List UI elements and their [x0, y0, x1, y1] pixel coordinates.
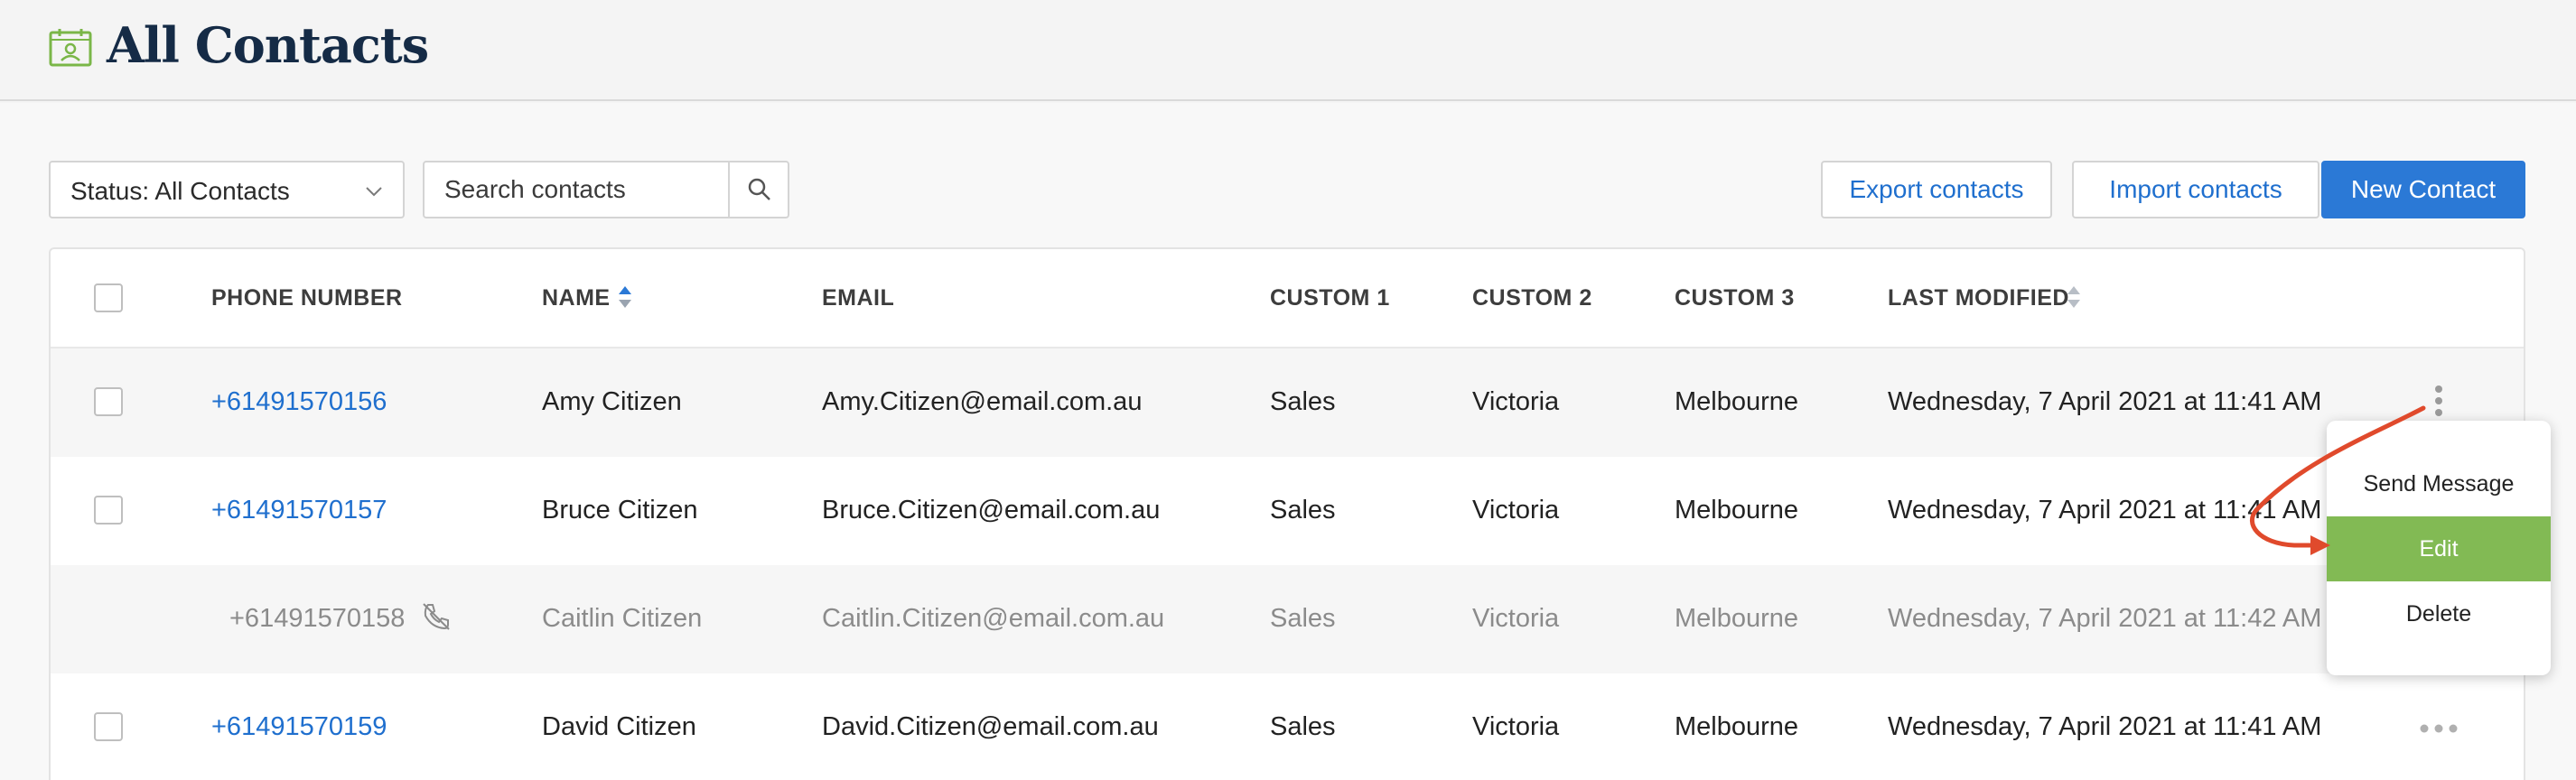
status-filter-select[interactable]: Status: All Contacts: [49, 161, 405, 218]
contact-custom2: Victoria: [1472, 712, 1560, 741]
row-checkbox[interactable]: [94, 496, 123, 525]
status-filter-label: Status: All Contacts: [70, 177, 290, 205]
contact-email: Caitlin.Citizen@email.com.au: [822, 604, 1165, 633]
column-header-custom1[interactable]: CUSTOM 1: [1270, 285, 1390, 311]
row-checkbox[interactable]: [94, 712, 123, 741]
contact-email: Bruce.Citizen@email.com.au: [822, 496, 1161, 525]
contact-custom3: Melbourne: [1675, 712, 1799, 741]
contact-name: Caitlin Citizen: [542, 604, 703, 633]
chevron-down-icon: [366, 187, 382, 197]
contact-email: David.Citizen@email.com.au: [822, 712, 1159, 741]
export-contacts-button[interactable]: Export contacts: [1821, 161, 2052, 218]
select-all-checkbox[interactable]: [94, 283, 123, 312]
page-header: All Contacts: [0, 0, 2576, 101]
table-header: PHONE NUMBER NAME EMAIL CUSTOM 1 CUSTOM …: [51, 249, 2524, 348]
annotation-arrow-icon: [2250, 405, 2426, 555]
column-header-last-modified[interactable]: LAST MODIFIED: [1888, 285, 2069, 311]
contact-custom2: Victoria: [1472, 496, 1560, 525]
menu-item-delete[interactable]: Delete: [2327, 581, 2551, 646]
contact-name: Bruce Citizen: [542, 496, 698, 525]
contacts-table: PHONE NUMBER NAME EMAIL CUSTOM 1 CUSTOM …: [49, 247, 2525, 780]
contact-custom1: Sales: [1270, 712, 1336, 741]
phone-link[interactable]: +61491570156: [211, 387, 387, 417]
contact-last-modified: Wednesday, 7 April 2021 at 11:41 AM: [1888, 712, 2322, 741]
table-row[interactable]: +61491570156 Amy Citizen Amy.Citizen@ema…: [51, 348, 2524, 457]
contact-name: Amy Citizen: [542, 387, 682, 416]
table-row[interactable]: +61491570158 Caitlin Citizen Caitlin.Cit…: [51, 565, 2524, 673]
column-header-name[interactable]: NAME: [542, 285, 611, 311]
contact-email: Amy.Citizen@email.com.au: [822, 387, 1143, 416]
contact-custom3: Melbourne: [1675, 496, 1799, 525]
contact-custom1: Sales: [1270, 387, 1336, 416]
search-icon: [748, 178, 770, 200]
contact-custom2: Victoria: [1472, 604, 1560, 633]
contacts-calendar-icon: [49, 29, 92, 67]
search-button[interactable]: [728, 162, 788, 217]
contact-last-modified: Wednesday, 7 April 2021 at 11:42 AM: [1888, 604, 2322, 633]
phone-link[interactable]: +61491570159: [211, 712, 387, 742]
phone-link[interactable]: +61491570157: [211, 496, 387, 525]
contact-custom3: Melbourne: [1675, 387, 1799, 416]
table-row[interactable]: +61491570157 Bruce Citizen Bruce.Citizen…: [51, 457, 2524, 565]
column-header-phone[interactable]: PHONE NUMBER: [211, 285, 403, 311]
new-contact-button[interactable]: New Contact: [2321, 161, 2525, 218]
table-row[interactable]: +61491570159 David Citizen David.Citizen…: [51, 673, 2524, 780]
contact-name: David Citizen: [542, 712, 696, 741]
row-checkbox[interactable]: [94, 387, 123, 416]
more-options-icon[interactable]: [2419, 724, 2459, 733]
import-contacts-button[interactable]: Import contacts: [2072, 161, 2319, 218]
search-box: [423, 161, 789, 218]
contact-custom1: Sales: [1270, 496, 1336, 525]
column-header-custom2[interactable]: CUSTOM 2: [1472, 285, 1592, 311]
sort-ascending-icon[interactable]: [618, 284, 632, 310]
contact-custom2: Victoria: [1472, 387, 1560, 416]
contact-custom1: Sales: [1270, 604, 1336, 633]
sort-icon[interactable]: [2067, 284, 2081, 310]
column-header-custom3[interactable]: CUSTOM 3: [1675, 285, 1795, 311]
contact-custom3: Melbourne: [1675, 604, 1799, 633]
phone-number: +61491570158: [229, 604, 406, 633]
page-title: All Contacts: [107, 16, 429, 74]
phone-disabled-icon: [423, 603, 450, 630]
search-input[interactable]: [425, 162, 730, 217]
column-header-email[interactable]: EMAIL: [822, 285, 894, 311]
